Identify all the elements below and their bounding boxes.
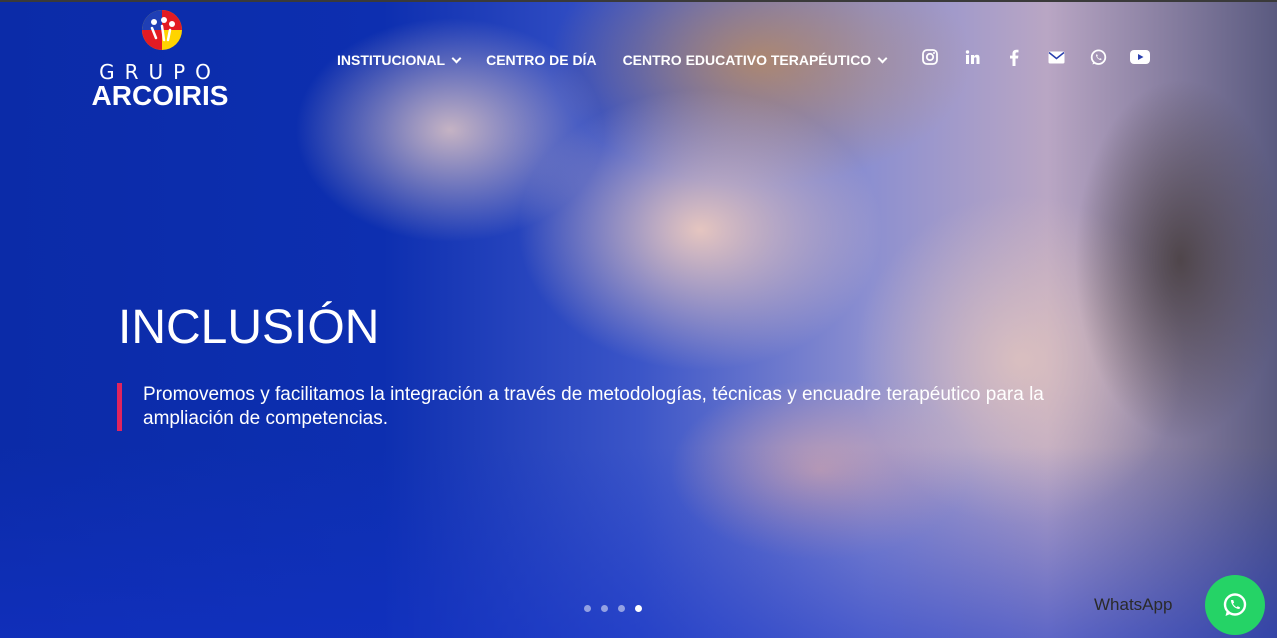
logo-text-arcoiris: ARCOIRIS: [91, 80, 229, 111]
slide-title: INCLUSIÓN: [118, 301, 380, 354]
slide-description: Promovemos y facilitamos la integración …: [117, 383, 1097, 431]
slider-dot-4[interactable]: [635, 605, 642, 612]
nav-item-centro-educativo-terapeutico[interactable]: CENTRO EDUCATIVO TERAPÉUTICO: [622, 52, 888, 68]
linkedin-icon[interactable]: [962, 47, 982, 67]
main-nav: INSTITUCIONAL CENTRO DE DÍA CENTRO EDUCA…: [337, 48, 912, 72]
chevron-down-icon: [451, 53, 462, 63]
nav-item-institucional[interactable]: INSTITUCIONAL: [337, 52, 462, 68]
site-logo[interactable]: GRUPO ARCOIRIS: [80, 8, 240, 111]
whatsapp-icon: [1223, 593, 1247, 616]
youtube-icon[interactable]: [1130, 47, 1150, 67]
slider-pagination: [584, 605, 652, 612]
whatsapp-label[interactable]: WhatsApp: [1094, 595, 1172, 615]
slide-description-text: Promovemos y facilitamos la integración …: [143, 384, 1044, 429]
whatsapp-chat-button[interactable]: [1205, 575, 1265, 635]
top-border: [0, 0, 1277, 2]
facebook-icon[interactable]: [1004, 47, 1024, 67]
nav-label: CENTRO EDUCATIVO TERAPÉUTICO: [622, 52, 872, 68]
email-icon[interactable]: [1046, 47, 1066, 67]
nav-label: CENTRO DE DÍA: [486, 52, 597, 68]
nav-label: INSTITUCIONAL: [337, 52, 446, 68]
social-links: [920, 47, 1172, 67]
chevron-down-icon: [877, 53, 888, 63]
slider-dot-1[interactable]: [584, 605, 591, 612]
instagram-icon[interactable]: [920, 47, 940, 67]
whatsapp-icon[interactable]: [1088, 47, 1108, 67]
slider-dot-2[interactable]: [601, 605, 608, 612]
rainbow-logo-icon: [142, 10, 182, 50]
slider-dot-3[interactable]: [618, 605, 625, 612]
nav-item-centro-de-dia[interactable]: CENTRO DE DÍA: [486, 52, 596, 68]
